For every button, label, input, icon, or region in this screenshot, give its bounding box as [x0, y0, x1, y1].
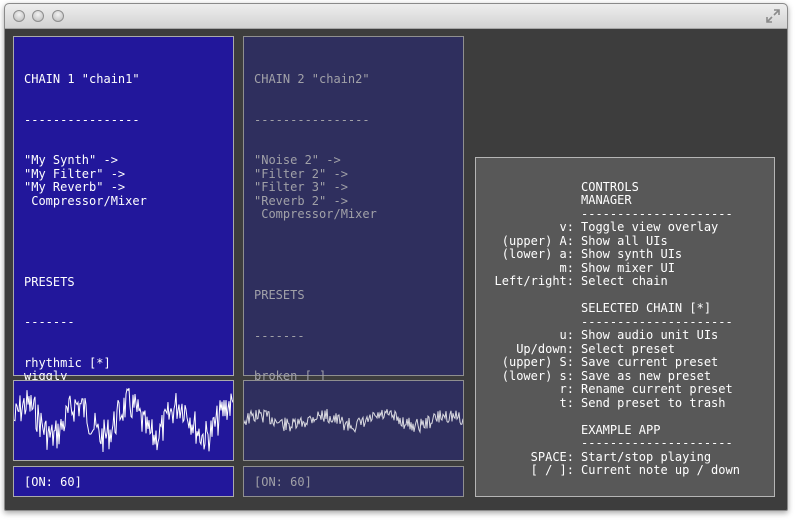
chain1-status-panel: [ON: 60] [13, 466, 234, 497]
chain1-panel[interactable]: CHAIN 1 "chain1" ---------------- "My Sy… [13, 36, 234, 383]
section-text: EXAMPLE APP [581, 422, 661, 437]
shortcut-key: m: [559, 260, 574, 275]
shortcut-action: Toggle view overlay [581, 220, 719, 234]
chain1-unit-item: "My Reverb" -> [24, 180, 126, 194]
chain1-presets-underline: ------- [24, 315, 75, 329]
section-text: --------------------- [581, 206, 733, 221]
shortcut-action: Show all UIs [581, 233, 668, 248]
controls-shortcut-row: Up/down: Select preset [476, 341, 774, 357]
chain1-status: [ON: 60] [24, 475, 82, 489]
chain2-unit-item: "Filter 2" -> [254, 166, 348, 181]
controls-shortcut-row: Left/right: Select chain [476, 274, 774, 289]
chain1-waveform-plot [14, 387, 233, 453]
shortcut-key: t: [559, 395, 574, 410]
shortcut-key: r: [559, 382, 574, 396]
shortcut-key: (lower) a: [501, 247, 574, 261]
chain2-unit-item: "Filter 3" -> [254, 180, 348, 194]
section-text: SELECTED CHAIN [*] [581, 301, 712, 315]
controls-shortcut-row: r: Rename current preset [476, 382, 774, 397]
chain2-unit-item: "Reverb 2" -> [254, 193, 348, 208]
controls-section-heading: MANAGER [476, 193, 774, 208]
chain1-unit-item: Compressor/Mixer [24, 193, 147, 208]
chain2-unit-item: "Noise 2" -> [254, 153, 341, 167]
chain2-presets-underline: ------- [254, 328, 305, 343]
chain2-presets-heading: PRESETS [254, 288, 305, 302]
chain2-panel[interactable]: CHAIN 2 "chain2" ---------------- "Noise… [243, 36, 464, 383]
controls-shortcut-row: m: Show mixer UI [476, 260, 774, 276]
controls-shortcut-row: (upper) S: Save current preset [476, 355, 774, 370]
shortcut-key: v: [559, 220, 574, 234]
shortcut-action: Current note up / down [581, 463, 740, 477]
controls-shortcut-row: u: Show audio unit UIs [476, 328, 774, 343]
chain2-units: "Noise 2" -> "Filter 2" -> "Filter 3" -> "R… [254, 153, 377, 222]
shortcut-action: Save as new preset [581, 368, 712, 383]
controls-section-heading: EXAMPLE APP [476, 422, 774, 438]
chain1-presets-heading: PRESETS [24, 274, 75, 289]
shortcut-key: (lower) s: [501, 368, 574, 383]
minimize-button[interactable] [32, 10, 44, 22]
zoom-button[interactable] [52, 10, 64, 22]
shortcut-key: Left/right: [494, 274, 574, 288]
controls-shortcut-row: t: Send preset to trash [476, 395, 774, 411]
controls-shortcut-row: (upper) A: Show all UIs [476, 233, 774, 249]
chain2-title-underline: ---------------- [254, 112, 370, 127]
chain2-title: CHAIN 2 "chain2" [254, 72, 370, 86]
chain1-preset-item: rhythmic [*] [24, 355, 111, 370]
shortcut-action: Show mixer UI [581, 260, 675, 275]
chain1-unit-item: "My Synth" -> [24, 153, 118, 167]
chain2-waveform-plot [244, 409, 463, 434]
shortcut-key: Up/down: [516, 341, 574, 356]
controls-section-underline: --------------------- [476, 436, 774, 451]
shortcut-action: Rename current preset [581, 382, 733, 396]
chain1-title-underline: ---------------- [24, 112, 140, 127]
controls-panel: CONTROLS MANAGER --------------------- v: T… [475, 157, 775, 497]
section-text: MANAGER [581, 193, 632, 207]
shortcut-key: SPACE: [530, 449, 574, 464]
shortcut-key: [ / ]: [530, 463, 574, 477]
chain1-text: CHAIN 1 "chain1" ---------------- "My Sy… [24, 46, 147, 411]
controls-shortcut-row: (lower) a: Show synth UIs [476, 247, 774, 262]
shortcut-key: (upper) S: [501, 355, 574, 369]
shortcut-action: Select preset [581, 341, 675, 356]
chain1-title: CHAIN 1 "chain1" [24, 72, 140, 86]
controls-shortcut-row: (lower) s: Save as new preset [476, 368, 774, 384]
chain2-unit-item: Compressor/Mixer [254, 207, 377, 221]
shortcut-action: Show audio unit UIs [581, 328, 719, 342]
shortcut-action: Send preset to trash [581, 395, 726, 410]
shortcut-action: Start/stop playing [581, 449, 712, 464]
chain2-text: CHAIN 2 "chain2" ---------------- "Noise… [254, 46, 377, 411]
section-text: --------------------- [581, 314, 733, 329]
chain1-units: "My Synth" -> "My Filter" -> "My Reverb" -… [24, 153, 147, 208]
app-window: CHAIN 1 "chain1" ---------------- "My Sy… [4, 3, 788, 511]
chain2-waveform [243, 380, 464, 461]
shortcut-key: (upper) A: [501, 233, 574, 248]
controls-section-underline: --------------------- [476, 314, 774, 330]
chain1-unit-item: "My Filter" -> [24, 166, 126, 181]
title-bar [5, 4, 787, 29]
shortcut-action: Save current preset [581, 355, 719, 369]
controls-body: CONTROLS MANAGER --------------------- v: T… [476, 167, 774, 478]
shortcut-key: u: [559, 328, 574, 342]
controls-shortcut-row: SPACE: Start/stop playing [476, 449, 774, 465]
controls-title-row: CONTROLS [476, 167, 774, 193]
controls-section-heading: SELECTED CHAIN [*] [476, 301, 774, 316]
section-text: --------------------- [581, 436, 733, 450]
fullscreen-icon[interactable] [765, 8, 781, 24]
close-button[interactable] [13, 10, 25, 22]
chain2-status-panel: [ON: 60] [243, 466, 464, 497]
chain1-waveform [13, 380, 234, 461]
controls-section-underline: --------------------- [476, 206, 774, 222]
controls-shortcut-row: [ / ]: Current note up / down [476, 463, 774, 478]
controls-shortcut-row: v: Toggle view overlay [476, 220, 774, 235]
shortcut-action: Show synth UIs [581, 247, 683, 261]
chain2-status: [ON: 60] [254, 475, 312, 489]
shortcut-action: Select chain [581, 274, 668, 288]
